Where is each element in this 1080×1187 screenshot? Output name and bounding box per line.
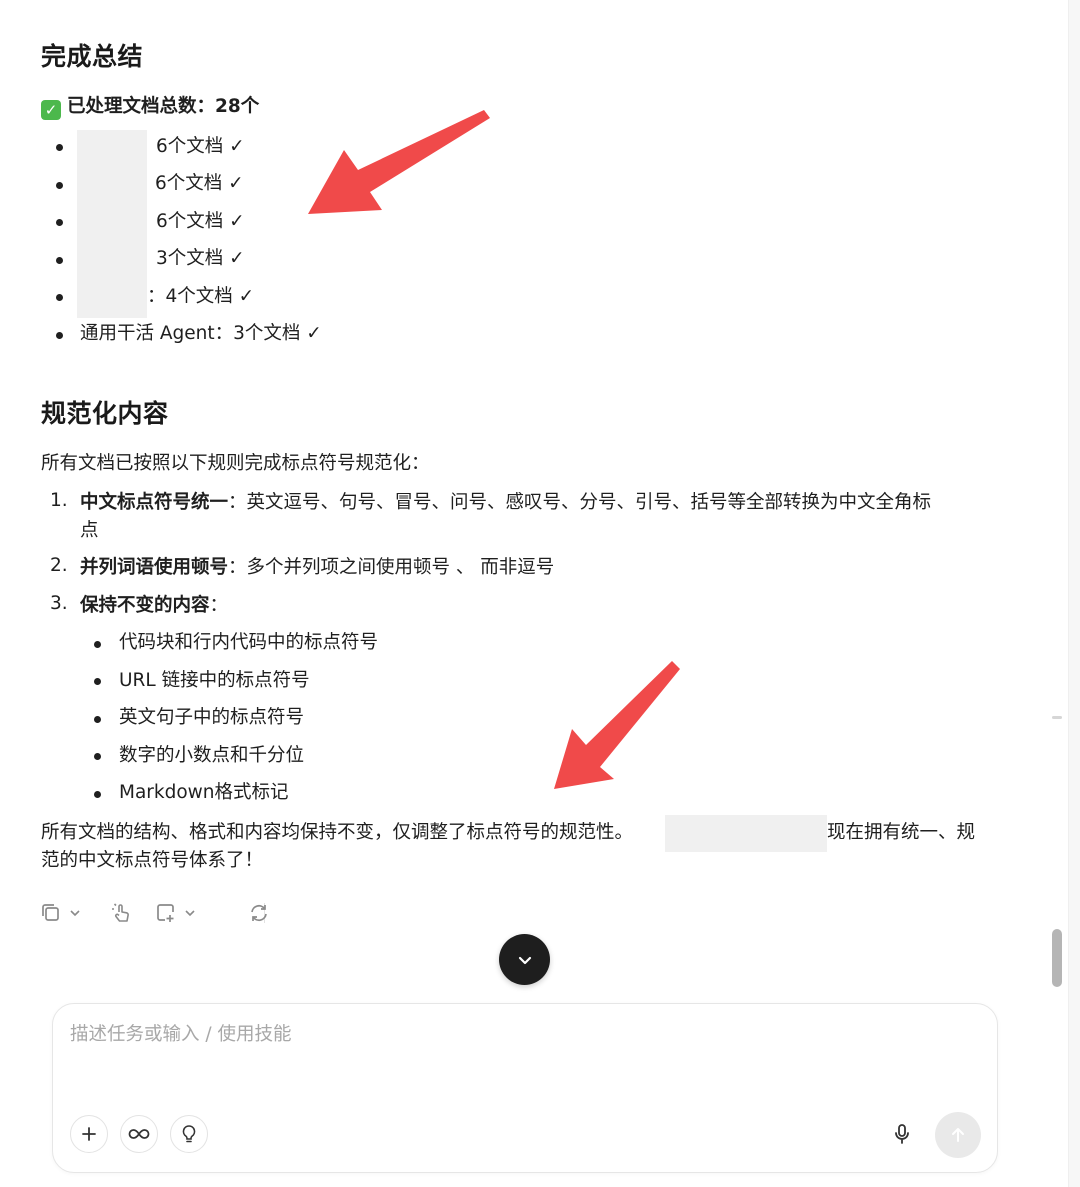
total-docs-label: 已处理文档总数：28个 [67,96,260,117]
ideas-button[interactable] [170,1115,208,1153]
normalize-intro: 所有文档已按照以下规则完成标点符号规范化： [41,453,430,474]
rule-text: ：多个并列项之间使用顿号 、 而非逗号 [228,557,555,578]
list-bullet [94,791,101,798]
red-arrow-annotation [554,661,680,789]
red-arrow-annotation [308,110,490,214]
list-item: 6个文档 ✓ [155,173,244,194]
add-to-button[interactable] [155,899,201,927]
list-bullet [56,294,63,301]
redacted-name [665,815,827,852]
infinite-mode-button[interactable] [120,1115,158,1153]
list-bullet [56,257,63,264]
total-docs-line: ✓ 已处理文档总数：28个 [41,92,259,121]
rule-text: ： [209,595,229,616]
list-item: 6个文档 ✓ [156,211,245,232]
rule-number: 2. [50,555,68,576]
page-edge [1068,0,1080,1187]
list-item: 3个文档 ✓ [156,248,245,269]
tap-icon [112,903,129,922]
list-bullet [94,753,101,760]
keep-item: 英文句子中的标点符号 [119,707,305,728]
rule-item: 并列词语使用顿号：多个并列项之间使用顿号 、 而非逗号 [80,553,554,582]
summary-heading: 完成总结 [41,42,144,71]
rule-title: 并列词语使用顿号 [80,557,229,578]
lightbulb-icon [182,1125,196,1143]
check-mark-icon: ✓ [41,100,61,120]
rule-text-continued: 点 [80,520,99,541]
add-to-icon [157,904,174,922]
redacted-names [77,130,147,318]
rule-title: 保持不变的内容 [80,595,210,616]
list-bullet [56,182,63,189]
scroll-to-bottom-button[interactable] [499,934,550,985]
regenerate-button[interactable] [248,899,274,927]
rule-item: 中文标点符号统一：英文逗号、句号、冒号、问号、感叹号、分号、引号、括号等全部转换… [80,488,931,517]
keep-item: 数字的小数点和千分位 [119,745,305,766]
list-bullet [94,716,101,723]
chevron-down-icon [70,910,80,917]
scrollbar-thumb[interactable] [1052,929,1062,987]
tap-feedback-button[interactable] [110,899,136,927]
add-attachment-button[interactable] [70,1115,108,1153]
message-input[interactable] [70,1024,970,1045]
scrollbar-marker [1052,716,1062,719]
microphone-icon [895,1124,909,1144]
rule-number: 3. [50,593,68,614]
list-item: ：4个文档 ✓ [147,286,255,307]
rule-number: 1. [50,490,68,511]
closing-text-line2: 范的中文标点符号体系了！ [41,850,264,871]
plus-icon [82,1127,96,1141]
copy-icon [42,904,59,921]
list-item: 通用干活 Agent：3个文档 ✓ [80,323,322,344]
regenerate-icon [251,904,267,922]
list-bullet [56,332,63,339]
voice-input-button[interactable] [889,1121,915,1147]
list-bullet [94,678,101,685]
list-bullet [94,641,101,648]
keep-item: Markdown格式标记 [119,782,289,803]
keep-item: 代码块和行内代码中的标点符号 [119,632,379,653]
rule-title: 中文标点符号统一 [80,492,229,513]
list-item: 6个文档 ✓ [156,136,245,157]
arrow-up-icon [952,1128,964,1142]
infinity-icon [128,1129,150,1139]
rule-text: ：英文逗号、句号、冒号、问号、感叹号、分号、引号、括号等全部转换为中文全角标 [228,492,932,513]
message-composer [52,1003,998,1173]
closing-text-part1: 所有文档的结构、格式和内容均保持不变，仅调整了标点符号的规范性。 [41,822,634,843]
chevron-down-icon [185,910,195,917]
closing-text-part2: 现在拥有统一、规 [827,822,976,843]
rule-item: 保持不变的内容： [80,591,228,620]
chevron-down-icon [518,956,531,964]
send-button[interactable] [935,1112,981,1158]
keep-item: URL 链接中的标点符号 [119,670,310,691]
list-bullet [56,219,63,226]
normalize-heading: 规范化内容 [41,399,169,428]
list-bullet [56,144,63,151]
copy-button[interactable] [40,899,86,927]
